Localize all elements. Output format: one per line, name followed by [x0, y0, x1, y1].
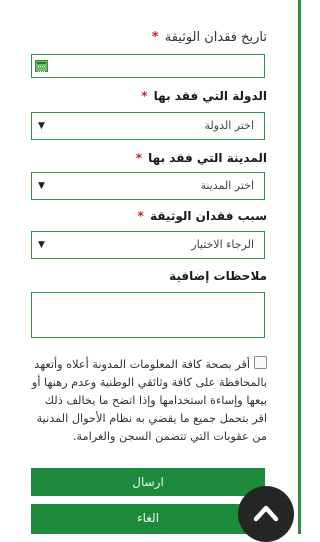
country-label: الدولة التي فقد بها *: [141, 88, 267, 104]
country-select[interactable]: اختر الدولة ▼: [31, 112, 265, 140]
notes-textarea[interactable]: [31, 292, 265, 338]
required-mark: *: [151, 30, 159, 45]
city-label-text: المدينة التي فقد بها: [148, 151, 267, 165]
required-mark: *: [141, 89, 148, 103]
required-mark: *: [135, 151, 142, 165]
submit-button[interactable]: ارسال: [31, 468, 265, 496]
arrow-up-icon: [253, 505, 279, 522]
caret-down-icon: ▼: [38, 181, 45, 191]
consent-block: أقر بصحة كافة المعلومات المدونة أعلاه وأ…: [30, 356, 267, 446]
consent-text: أقر بصحة كافة المعلومات المدونة أعلاه وأ…: [31, 358, 267, 443]
city-select[interactable]: اختر المدينة ▼: [31, 172, 265, 200]
loss-date-field[interactable]: [31, 54, 265, 78]
notes-label-text: ملاحظات إضافية: [169, 269, 267, 283]
calendar-icon[interactable]: [35, 60, 48, 72]
reason-select[interactable]: الرجاء الاختيار ▼: [31, 231, 265, 259]
page-edge-accent: [298, 0, 301, 534]
caret-down-icon: ▼: [38, 240, 45, 250]
notes-label: ملاحظات إضافية: [169, 268, 267, 284]
loss-date-label: تاريخ فقدان الوثيقة *: [152, 30, 267, 46]
country-label-text: الدولة التي فقد بها: [153, 89, 267, 103]
required-mark: *: [137, 209, 144, 223]
reason-label-text: سبب فقدان الوثيقة: [150, 209, 267, 223]
reason-select-value: الرجاء الاختيار: [191, 238, 254, 251]
reason-label: سبب فقدان الوثيقة *: [138, 208, 267, 224]
lost-document-form: تاريخ فقدان الوثيقة * الدولة التي فقد به…: [0, 0, 301, 542]
city-label: المدينة التي فقد بها *: [136, 150, 267, 166]
consent-checkbox[interactable]: [254, 356, 267, 369]
cancel-button[interactable]: الغاء: [31, 504, 265, 534]
caret-down-icon: ▼: [38, 121, 45, 131]
city-select-value: اختر المدينة: [200, 179, 254, 192]
loss-date-label-text: تاريخ فقدان الوثيقة: [164, 30, 267, 45]
country-select-value: اختر الدولة: [204, 119, 254, 132]
